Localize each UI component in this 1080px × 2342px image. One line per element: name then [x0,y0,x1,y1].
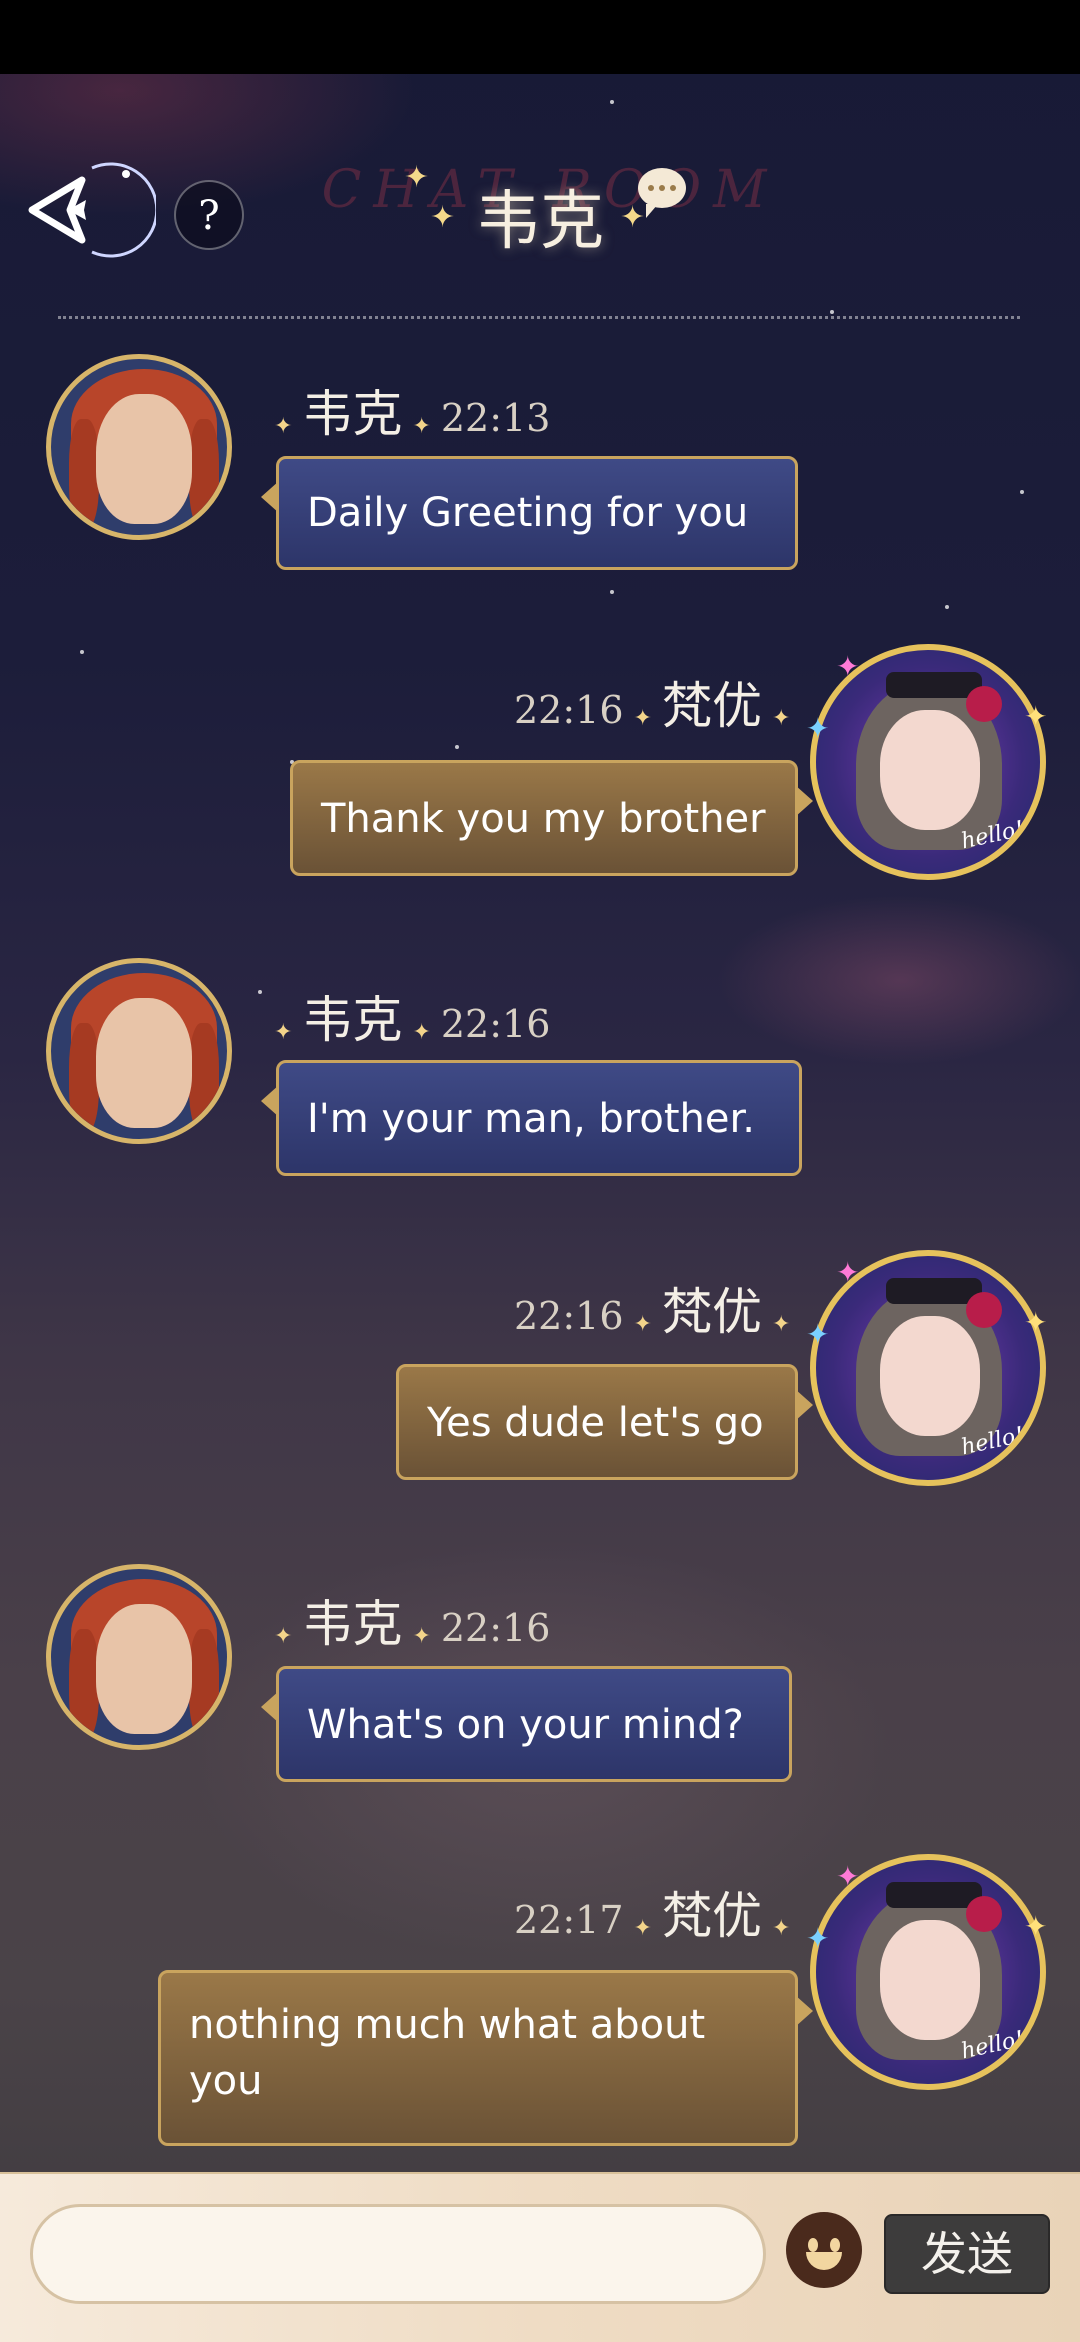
star-decoration [258,990,262,994]
sparkle-icon: ✦ [404,160,430,195]
message-text: Thank you my brother [321,796,766,842]
message-bubble: nothing much what about you [158,1970,813,2146]
sparkle-icon: ✦ [1024,700,1048,733]
status-bar [0,0,1080,74]
sparkle-icon: ✦ [1024,1306,1048,1339]
message-bubble: What's on your mind? [261,1666,792,1782]
sender-name: 韦克 [302,991,403,1049]
message-meta: 22:16 ✦ 梵优 ✦ [514,677,791,735]
message-text: I'm your man, brother. [307,1096,755,1142]
send-button[interactable]: 发送 [884,2214,1050,2294]
star-decoration [80,650,84,654]
header-divider [58,316,1020,319]
help-button[interactable]: ? [174,180,244,250]
message-time: 22:16 [440,1606,551,1650]
message-bubble: Yes dude let's go [396,1364,813,1480]
sparkle-icon: ✦ [806,1922,830,1955]
sender-name: 梵优 [661,1283,762,1341]
message-meta: ✦ 韦克 ✦ 22:13 [274,385,551,443]
star-decoration [610,100,614,104]
sparkle-icon: ✦ [836,650,860,683]
chat-bubble-icon [638,168,686,218]
page-title: 韦克 [476,185,604,259]
message-text: What's on your mind? [307,1702,744,1748]
sparkle-icon: ✦ [806,712,830,745]
star-decoration [945,605,949,609]
chat-screen: ? CHAT ROOM ✦ ✦ ✦ 韦克 ✦ 韦克 ✦ 22:13 Daily Gre… [0,0,1080,2342]
star-decoration [455,745,459,749]
contact-avatar[interactable] [46,354,232,540]
message-meta: ✦ 韦克 ✦ 22:16 [274,1595,551,1653]
message-time: 22:16 [514,1294,624,1338]
message-meta: 22:17 ✦ 梵优 ✦ [514,1887,791,1945]
sparkle-icon: ✦ [806,1318,830,1351]
star-decoration [1020,490,1024,494]
message-meta: 22:16 ✦ 梵优 ✦ [514,1283,791,1341]
contact-avatar[interactable] [46,1564,232,1750]
message-time: 22:17 [514,1898,624,1942]
sender-name: 梵优 [661,677,762,735]
message-bubble: Thank you my brother [290,760,813,876]
back-button[interactable] [22,160,159,260]
sender-name: 韦克 [302,385,403,443]
back-arrow-icon [28,162,159,258]
sender-name: 梵优 [661,1887,762,1945]
message-text: Daily Greeting for you [307,490,749,536]
message-time: 22:13 [440,396,551,440]
message-text: Yes dude let's go [427,1400,764,1446]
message-meta: ✦ 韦克 ✦ 22:16 [274,991,551,1049]
sparkle-icon: ✦ [836,1860,860,1893]
sender-name: 韦克 [302,1595,403,1653]
message-bubble: Daily Greeting for you [261,456,798,570]
message-bubble: I'm your man, brother. [261,1060,802,1176]
emoji-face-icon[interactable] [786,2212,862,2288]
message-input-bar: 发送 [0,2172,1080,2342]
sparkle-icon: ✦ [836,1256,860,1289]
message-text: nothing much what about you [189,2002,706,2104]
message-input[interactable] [30,2204,766,2304]
message-time: 22:16 [514,688,624,732]
contact-avatar[interactable] [46,958,232,1144]
sparkle-icon: ✦ [1024,1910,1048,1943]
star-decoration [830,310,834,314]
star-decoration [610,590,614,594]
message-time: 22:16 [440,1002,551,1046]
